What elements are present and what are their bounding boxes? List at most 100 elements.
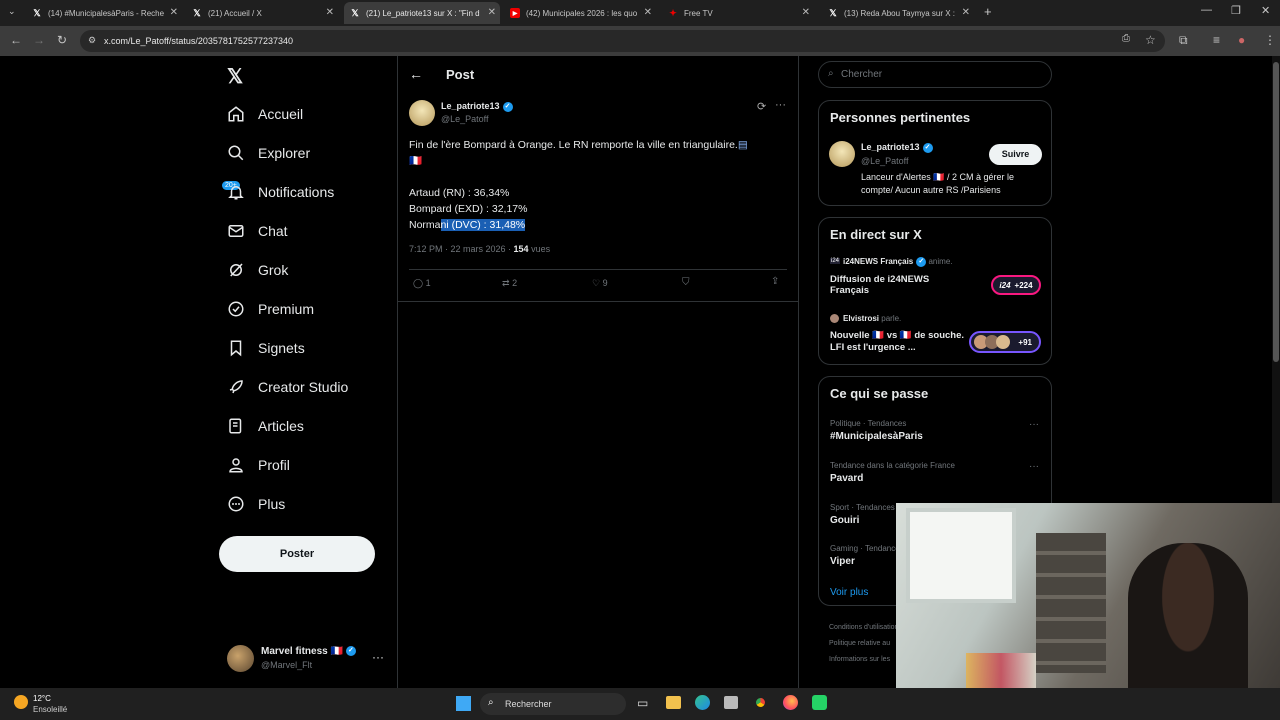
forward-icon[interactable]: → (33, 33, 45, 47)
post-timestamp: 7:12 PM · 22 mars 2026 · 154 vues (409, 244, 551, 254)
nav-item-profile[interactable]: Profil (226, 453, 290, 477)
relevant-name[interactable]: Le_patriote13 ✓ (861, 142, 933, 153)
nav-item-explore[interactable]: Explorer (226, 141, 310, 165)
nav-item-home[interactable]: Accueil (226, 102, 303, 126)
divider (398, 301, 798, 302)
share-button[interactable]: ⇪ (771, 276, 779, 287)
app-icon[interactable] (812, 695, 827, 710)
post-button[interactable]: Poster (219, 536, 375, 572)
close-tab-icon[interactable]: ✕ (488, 7, 496, 18)
more-icon[interactable]: ··· (372, 650, 384, 664)
new-tab-icon[interactable]: + (984, 4, 992, 19)
close-tab-icon[interactable]: ✕ (962, 7, 970, 18)
scrollbar-thumb[interactable] (1273, 62, 1279, 362)
x-logo-icon: 𝕏 (33, 7, 41, 18)
search-icon: ⌕ (488, 697, 494, 708)
url-field[interactable]: ⚙ x.com/Le_Patoff/status/203578175257723… (80, 30, 1165, 52)
weather-icon[interactable] (14, 695, 28, 709)
show-more-link[interactable]: Voir plus (830, 587, 868, 598)
bookmark-button[interactable]: ⛉ (682, 277, 690, 288)
trend-item[interactable]: Tendance dans la catégorie France Pavard… (819, 459, 1051, 493)
search-box[interactable]: ⌕ Chercher (818, 61, 1052, 88)
reply-button[interactable]: ◯ 1 (413, 278, 431, 289)
post-text: Fin de l'ère Bompard à Orange. Le RN rem… (409, 139, 748, 231)
live-listeners-pill[interactable]: +91 (969, 331, 1041, 353)
site-info-icon[interactable]: ⚙ (88, 35, 96, 46)
chrome-icon[interactable] (753, 695, 768, 710)
close-tab-icon[interactable]: ✕ (644, 7, 652, 18)
like-button[interactable]: ♡ 9 (592, 278, 608, 289)
nav-item-premium[interactable]: Premium (226, 297, 314, 321)
close-tab-icon[interactable]: ✕ (326, 7, 334, 18)
author-avatar[interactable] (409, 100, 435, 126)
windows-taskbar: 12°C Ensoleillé ⌕ Rechercher ▭ (0, 688, 1280, 720)
maximize-icon[interactable]: ❐ (1231, 4, 1241, 17)
repost-button[interactable]: ⇄ 2 (502, 278, 517, 289)
avatar[interactable] (829, 141, 855, 167)
close-tab-icon[interactable]: ✕ (802, 7, 810, 18)
file-explorer-icon[interactable] (666, 696, 681, 709)
trend-item[interactable]: Politique · Tendances #MunicipalesàParis… (819, 417, 1051, 451)
browser-tab-active[interactable]: 𝕏 (21) Le_patriote13 sur X : "Fin d ✕ (344, 2, 500, 24)
reading-list-icon[interactable]: ≡ (1213, 33, 1220, 47)
edge-icon[interactable] (695, 695, 710, 710)
avatar (227, 645, 254, 672)
store-icon[interactable] (724, 696, 738, 709)
weather-temp[interactable]: 12°C (33, 694, 51, 703)
install-icon[interactable]: ⎙ (1122, 33, 1130, 44)
footer-link[interactable]: Informations sur les (829, 656, 890, 663)
more-circle-icon (226, 494, 246, 514)
account-switcher[interactable]: Marvel fitness 🇫🇷 ✓ @Marvel_Flt ··· (227, 644, 387, 674)
tab-list-chevron-icon[interactable]: ⌄ (8, 6, 16, 17)
verified-icon: ✓ (922, 142, 933, 153)
divider (409, 269, 787, 270)
nav-item-more[interactable]: Plus (226, 492, 285, 516)
back-arrow-icon[interactable]: ← (409, 66, 423, 82)
live-item[interactable]: i24 i24NEWS Français ✓ anime. Diffusion d… (819, 254, 1051, 302)
rocket-icon (226, 377, 246, 397)
nav-item-notifications[interactable]: Notifications (226, 180, 334, 204)
minimize-icon[interactable]: — (1201, 4, 1212, 16)
taskbar-search[interactable]: ⌕ Rechercher (480, 693, 626, 715)
browser-tab[interactable]: 𝕏 (14) #MunicipalesàParis - Reche ✕ (26, 2, 182, 24)
nav-item-articles[interactable]: Articles (226, 414, 304, 438)
nav-item-grok[interactable]: Grok (226, 258, 288, 282)
search-icon: ⌕ (828, 68, 834, 79)
profile-icon[interactable]: ● (1238, 33, 1245, 47)
follow-button[interactable]: Suivre (989, 144, 1042, 165)
back-icon[interactable]: ← (10, 33, 22, 47)
browser-tab[interactable]: 𝕏 (13) Reda Abou Taymya sur X : ✕ (822, 2, 974, 24)
nav-item-creator-studio[interactable]: Creator Studio (226, 375, 348, 399)
i24-logo-icon: i24 (830, 258, 841, 264)
task-view-icon[interactable]: ▭ (637, 696, 648, 710)
firefox-icon[interactable] (783, 695, 798, 710)
nav-item-chat[interactable]: Chat (226, 219, 288, 243)
browser-tab[interactable]: ▶ (42) Municipales 2026 : les quo ✕ (504, 2, 656, 24)
menu-icon[interactable]: ⋮ (1264, 33, 1276, 47)
footer-link[interactable]: Politique relative au (829, 640, 890, 647)
reload-icon[interactable]: ↻ (57, 33, 67, 47)
live-item[interactable]: Elvistrosi parle. Nouvelle 🇫🇷 vs 🇫🇷 de s… (819, 311, 1051, 361)
post-more-icon[interactable]: ··· (775, 99, 786, 111)
browser-tab[interactable]: 𝕏 (21) Accueil / X ✕ (186, 2, 338, 24)
close-window-icon[interactable]: ✕ (1261, 4, 1270, 17)
close-tab-icon[interactable]: ✕ (170, 7, 178, 18)
live-host: Elvistrosi parle. (843, 314, 902, 323)
author-name[interactable]: Le_patriote13 ✓ (441, 101, 513, 112)
search-input[interactable]: Chercher (841, 69, 882, 80)
extensions-icon[interactable]: ⧉ (1179, 33, 1188, 48)
grok-explain-icon[interactable]: ⟳ (757, 100, 766, 113)
footer-link[interactable]: Conditions d'utilisation (829, 624, 898, 631)
nav-item-bookmarks[interactable]: Signets (226, 336, 305, 360)
premium-icon (226, 299, 246, 319)
live-listeners-pill[interactable]: i24 +224 (991, 275, 1041, 295)
browser-tab[interactable]: ✦ Free TV ✕ (662, 2, 814, 24)
author-handle[interactable]: @Le_Patoff (441, 114, 489, 124)
trend-more-icon[interactable]: ··· (1029, 419, 1039, 430)
x-logo[interactable]: 𝕏 (227, 64, 243, 89)
page-title: Post (446, 67, 475, 82)
bookmark-star-icon[interactable]: ☆ (1145, 33, 1156, 47)
windows-start-icon[interactable] (456, 696, 471, 711)
trend-more-icon[interactable]: ··· (1029, 461, 1039, 472)
person-icon (226, 455, 246, 475)
